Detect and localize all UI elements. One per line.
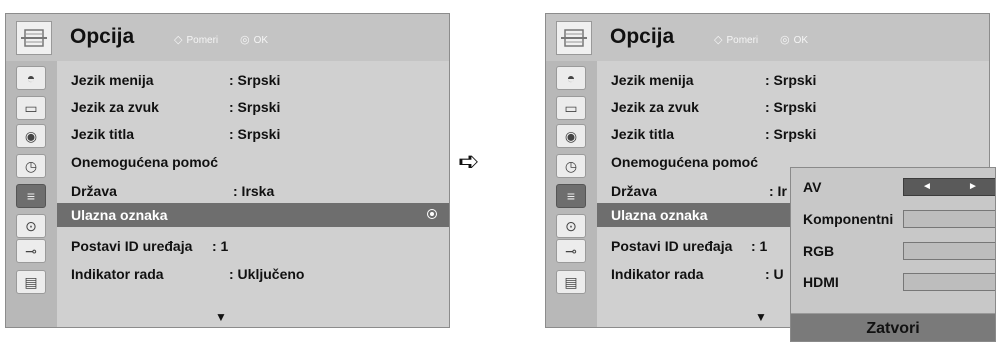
- move-hint: ◇ Pomeri: [714, 34, 759, 46]
- menu-title: Opcija: [610, 25, 675, 48]
- close-button[interactable]: Zatvori: [791, 314, 995, 341]
- input-label-popup: AV ◄ ► Komponentni RGB HDMI Zatvori: [790, 167, 996, 342]
- ok-icon: ◎: [780, 34, 790, 46]
- time-icon[interactable]: ◷: [556, 154, 586, 178]
- av-label-selector[interactable]: ◄ ►: [903, 178, 995, 196]
- options-icon[interactable]: ≡: [16, 184, 46, 208]
- menu-item-audio-language[interactable]: Jezik za zvuk: Srpski: [597, 95, 989, 119]
- menu-item-subtitle-language[interactable]: Jezik titla: Srpski: [57, 122, 449, 146]
- options-icon[interactable]: ≡: [556, 184, 586, 208]
- menu-item-audio-language[interactable]: Jezik za zvuk: Srpski: [57, 95, 449, 119]
- hdmi-label-selector[interactable]: [903, 273, 995, 291]
- menu-item-power-indicator[interactable]: Indikator rada: Uključeno: [57, 262, 449, 286]
- move-hint: ◇ Pomeri: [174, 34, 219, 46]
- options-menu-left: Opcija ◇ Pomeri ◎ OK ◓ ▭ ◉ ◷ ≡ ⊙ ⊸ ▤ Jezik…: [5, 13, 450, 328]
- ok-hint: ◎ OK: [240, 34, 269, 46]
- ok-hint: ◎ OK: [780, 34, 809, 46]
- media-icon[interactable]: ▤: [556, 270, 586, 294]
- menu-header: Opcija ◇ Pomeri ◎ OK: [546, 14, 989, 61]
- menu-item-input-label[interactable]: Ulazna oznaka: [57, 203, 449, 227]
- move-icon: ◇: [174, 34, 183, 46]
- left-arrow-icon[interactable]: ◄: [922, 181, 932, 192]
- media-icon[interactable]: ▤: [16, 270, 46, 294]
- picture-icon[interactable]: ▭: [16, 96, 46, 120]
- antenna-icon[interactable]: ◓: [556, 66, 586, 90]
- category-sidebar: ◓ ▭ ◉ ◷ ≡ ⊙ ⊸ ▤: [6, 61, 57, 327]
- popup-row-rgb[interactable]: RGB: [791, 236, 995, 266]
- menu-item-menu-language[interactable]: Jezik menija: Srpski: [57, 68, 449, 92]
- audio-icon[interactable]: ◉: [556, 124, 586, 148]
- popup-row-hdmi[interactable]: HDMI: [791, 267, 995, 297]
- options-category-icon: [556, 21, 592, 55]
- menu-item-subtitle-language[interactable]: Jezik titla: Srpski: [597, 122, 989, 146]
- audio-icon[interactable]: ◉: [16, 124, 46, 148]
- right-arrow-icon[interactable]: ►: [968, 181, 978, 192]
- step-arrow-icon: ➪: [458, 146, 480, 176]
- menu-list: Jezik menija: Srpski Jezik za zvuk: Srps…: [57, 61, 449, 327]
- picture-icon[interactable]: ▭: [556, 96, 586, 120]
- ok-icon: ◎: [240, 34, 250, 46]
- menu-item-country[interactable]: Država: Irska: [57, 179, 449, 203]
- scroll-down-icon[interactable]: ▼: [215, 310, 227, 324]
- lock-icon[interactable]: ⊙: [556, 214, 586, 238]
- category-sidebar: ◓ ▭ ◉ ◷ ≡ ⊙ ⊸ ▤: [546, 61, 597, 327]
- options-category-icon: [16, 21, 52, 55]
- popup-row-av[interactable]: AV ◄ ►: [791, 172, 995, 202]
- rgb-label-selector[interactable]: [903, 242, 995, 260]
- input-icon[interactable]: ⊸: [16, 239, 46, 263]
- popup-row-component[interactable]: Komponentni: [791, 204, 995, 234]
- component-label-selector[interactable]: [903, 210, 995, 228]
- lock-icon[interactable]: ⊙: [16, 214, 46, 238]
- menu-item-menu-language[interactable]: Jezik menija: Srpski: [597, 68, 989, 92]
- input-icon[interactable]: ⊸: [556, 239, 586, 263]
- select-radio-icon: [427, 209, 437, 219]
- antenna-icon[interactable]: ◓: [16, 66, 46, 90]
- time-icon[interactable]: ◷: [16, 154, 46, 178]
- menu-header: Opcija ◇ Pomeri ◎ OK: [6, 14, 449, 61]
- move-icon: ◇: [714, 34, 723, 46]
- scroll-down-icon[interactable]: ▼: [755, 310, 767, 324]
- menu-title: Opcija: [70, 25, 135, 48]
- menu-item-disability-assistance[interactable]: Onemogućena pomoć: [57, 150, 449, 174]
- menu-item-set-id[interactable]: Postavi ID uređaja: 1: [57, 234, 449, 258]
